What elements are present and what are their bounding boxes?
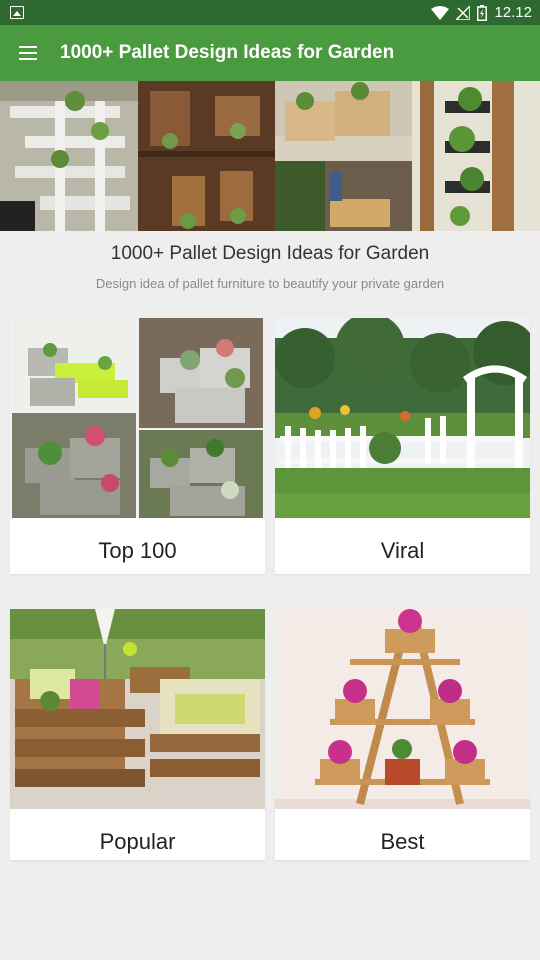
category-thumbnail xyxy=(275,609,530,809)
image-notification-icon xyxy=(10,6,24,19)
status-bar: 12.12 xyxy=(0,0,540,25)
category-card-best[interactable]: Best xyxy=(275,609,530,860)
battery-icon xyxy=(477,4,488,21)
category-card-viral[interactable]: Viral xyxy=(275,318,530,574)
header-banner-image xyxy=(0,81,540,231)
category-label: Best xyxy=(380,829,425,854)
wifi-icon xyxy=(431,5,450,20)
app-title: 1000+ Pallet Design Ideas for Garden xyxy=(60,42,395,63)
page-subtitle: Design idea of pallet furniture to beaut… xyxy=(95,276,445,291)
category-thumbnail xyxy=(275,318,530,518)
page-title: 1000+ Pallet Design Ideas for Garden xyxy=(110,243,430,264)
category-label: Viral xyxy=(380,538,425,563)
category-card-popular[interactable]: Popular xyxy=(10,609,265,860)
status-clock: 12.12 xyxy=(494,4,532,21)
category-thumbnail xyxy=(10,318,265,518)
category-label: Top 100 xyxy=(98,538,177,563)
menu-button[interactable] xyxy=(12,37,44,69)
category-label: Popular xyxy=(99,829,176,854)
app-bar: 1000+ Pallet Design Ideas for Garden xyxy=(0,25,540,81)
category-card-top-100[interactable]: Top 100 xyxy=(10,318,265,574)
category-thumbnail xyxy=(10,609,265,809)
signal-icon xyxy=(456,5,471,20)
